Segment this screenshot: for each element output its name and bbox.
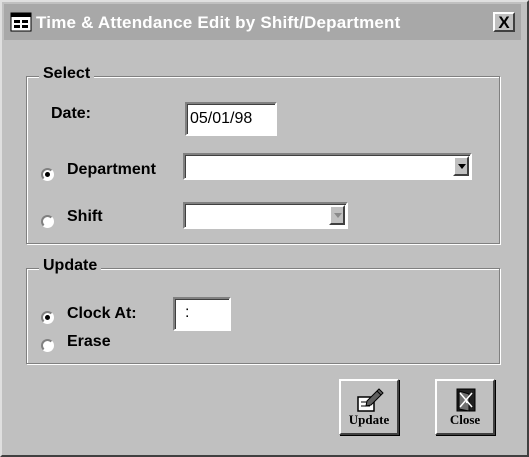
title-close-button[interactable]: X (493, 12, 515, 32)
chevron-down-icon[interactable] (329, 205, 345, 225)
pencil-note-icon (357, 388, 384, 412)
chevron-down-icon[interactable] (453, 156, 469, 176)
clock-at-radio[interactable] (41, 311, 54, 324)
clock-at-input[interactable]: : (173, 297, 231, 331)
department-label[interactable]: Department (67, 161, 156, 179)
department-dropdown[interactable] (183, 153, 472, 180)
update-group: Update Clock At: : Erase (26, 257, 500, 364)
select-group: Select Date: 05/01/98 Department Shift (26, 65, 500, 244)
date-label: Date: (51, 105, 92, 122)
update-button[interactable]: Update (339, 379, 399, 435)
close-button[interactable]: Close (435, 379, 495, 435)
clock-at-label[interactable]: Clock At: (67, 305, 137, 323)
department-radio[interactable] (41, 168, 54, 181)
select-group-label: Select (39, 65, 95, 83)
erase-label[interactable]: Erase (67, 333, 111, 351)
window-title: Time & Attendance Edit by Shift/Departme… (36, 13, 401, 32)
date-input[interactable]: 05/01/98 (185, 102, 277, 136)
shift-label[interactable]: Shift (67, 208, 103, 226)
title-bar[interactable]: Time & Attendance Edit by Shift/Departme… (4, 4, 521, 40)
erase-radio[interactable] (41, 339, 54, 352)
shift-radio[interactable] (41, 215, 54, 228)
shift-dropdown[interactable] (183, 202, 348, 229)
dialog-window: Time & Attendance Edit by Shift/Departme… (0, 0, 529, 457)
update-group-label: Update (39, 257, 102, 275)
update-button-label: Update (348, 412, 390, 427)
close-button-label: Close (449, 412, 481, 427)
door-close-icon (456, 388, 476, 412)
app-window-icon (10, 12, 32, 32)
